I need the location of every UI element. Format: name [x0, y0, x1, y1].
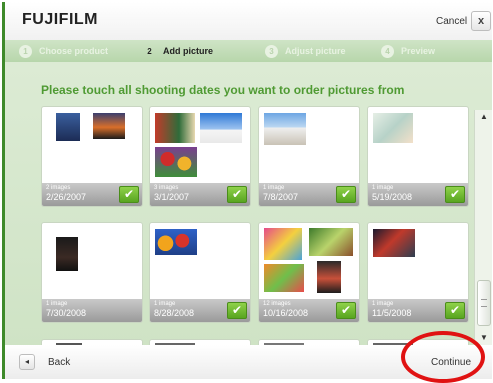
shooting-date: 3/1/2007: [154, 192, 190, 202]
checkmark-icon[interactable]: ✔: [336, 302, 356, 319]
image-count: 1 image: [263, 185, 285, 191]
fujifilm-logo: FUJIFILM: [22, 11, 98, 28]
checkmark-icon[interactable]: ✔: [445, 186, 465, 203]
photo-thumbnail: [155, 113, 195, 143]
photo-thumbnails: [259, 223, 359, 299]
photo-thumbnails: [368, 223, 468, 299]
photo-thumbnails: [368, 107, 468, 183]
tile-footer: 2 images 2/26/2007 ✔: [42, 183, 142, 206]
close-icon: x: [477, 15, 485, 27]
date-selection-area: Please touch all shooting dates you want…: [5, 62, 492, 345]
step-number: 1: [19, 44, 32, 58]
step-label: Choose product: [39, 46, 108, 56]
tile-footer: 1 image 7/8/2007 ✔: [259, 183, 359, 206]
image-count: 1 image: [372, 301, 394, 307]
tile-footer: 1 image 5/19/2008 ✔: [368, 183, 468, 206]
image-count: 12 images: [263, 301, 291, 307]
photo-thumbnail: [155, 147, 197, 177]
shooting-date: 2/26/2007: [46, 192, 87, 202]
instruction-text: Please touch all shooting dates you want…: [41, 83, 405, 97]
date-tile[interactable]: 12 images 10/16/2008 ✔: [258, 222, 360, 323]
scroll-up-icon[interactable]: ▲: [476, 110, 492, 124]
shooting-date: 8/28/2008: [154, 308, 195, 318]
shooting-date: 7/8/2007: [263, 192, 299, 202]
step-choose-product: 1 Choose product: [19, 44, 108, 58]
tile-footer: 1 image 8/28/2008 ✔: [150, 299, 250, 322]
date-tile[interactable]: 3 images 3/1/2007 ✔: [149, 106, 251, 207]
checkmark-icon[interactable]: ✔: [227, 302, 247, 319]
kiosk-window: FUJIFILM Cancel x 1 Choose product 2 Add…: [2, 2, 492, 379]
photo-thumbnail: [309, 228, 353, 256]
photo-thumbnail: [155, 229, 197, 255]
close-button[interactable]: x: [471, 11, 491, 31]
header-bar: FUJIFILM Cancel x: [5, 2, 492, 40]
photo-thumbnail: [264, 228, 302, 260]
step-label: Adjust picture: [285, 46, 346, 56]
shooting-date: 11/5/2008: [372, 308, 412, 318]
tile-footer: 1 image 7/30/2008: [42, 299, 142, 322]
cancel-label[interactable]: Cancel: [436, 16, 467, 27]
photo-thumbnail: [264, 113, 306, 145]
shooting-date: 10/16/2008: [263, 308, 309, 318]
photo-thumbnails: [259, 107, 359, 183]
photo-thumbnail: [373, 229, 415, 257]
photo-thumbnail: [93, 113, 125, 139]
image-count: 2 images: [46, 185, 71, 191]
back-arrow-icon: ◂: [24, 357, 29, 366]
image-count: 3 images: [154, 185, 179, 191]
photo-thumbnail: [200, 113, 242, 143]
image-count: 1 image: [46, 301, 68, 307]
checkmark-icon[interactable]: ✔: [227, 186, 247, 203]
photo-thumbnails: [150, 223, 250, 299]
step-progress-bar: 1 Choose product 2 Add picture 3 Adjust …: [5, 40, 492, 62]
tile-footer: 3 images 3/1/2007 ✔: [150, 183, 250, 206]
tile-footer: 12 images 10/16/2008 ✔: [259, 299, 359, 322]
step-number: 4: [381, 44, 394, 58]
step-number: 3: [265, 44, 278, 58]
vertical-scrollbar[interactable]: ▲ ▼: [474, 110, 492, 345]
checkmark-icon[interactable]: ✔: [119, 186, 139, 203]
photo-thumbnails: [42, 223, 142, 299]
date-tile[interactable]: 2 images 2/26/2007 ✔: [41, 106, 143, 207]
continue-highlight-circle: [401, 331, 485, 383]
step-label: Preview: [401, 46, 436, 56]
scroll-thumb[interactable]: [477, 280, 491, 326]
step-add-picture: 2 Add picture: [143, 44, 213, 58]
checkmark-icon[interactable]: ✔: [445, 302, 465, 319]
back-label[interactable]: Back: [48, 357, 70, 368]
date-tile[interactable]: 1 image 7/8/2007 ✔: [258, 106, 360, 207]
photo-thumbnail: [373, 113, 413, 143]
photo-thumbnails: [150, 107, 250, 183]
date-tile[interactable]: 1 image 8/28/2008 ✔: [149, 222, 251, 323]
photo-thumbnail: [317, 261, 341, 293]
step-label: Add picture: [163, 46, 214, 56]
step-adjust-picture: 3 Adjust picture: [265, 44, 346, 58]
back-button[interactable]: ◂: [19, 354, 35, 370]
date-tile[interactable]: 1 image 5/19/2008 ✔: [367, 106, 469, 207]
shooting-date: 5/19/2008: [372, 192, 413, 202]
photo-thumbnails: [42, 107, 142, 183]
date-tile[interactable]: 1 image 11/5/2008 ✔: [367, 222, 469, 323]
date-tile[interactable]: 1 image 7/30/2008: [41, 222, 143, 323]
shooting-date: 7/30/2008: [46, 308, 87, 318]
image-count: 1 image: [372, 185, 394, 191]
grip-icon: [481, 299, 487, 307]
photo-thumbnail: [56, 113, 80, 141]
photo-thumbnail: [56, 237, 78, 271]
step-preview: 4 Preview: [381, 44, 435, 58]
image-count: 1 image: [154, 301, 176, 307]
step-number: 2: [147, 46, 152, 56]
tile-footer: 1 image 11/5/2008 ✔: [368, 299, 468, 322]
checkmark-icon[interactable]: ✔: [336, 186, 356, 203]
photo-thumbnail: [264, 264, 304, 292]
